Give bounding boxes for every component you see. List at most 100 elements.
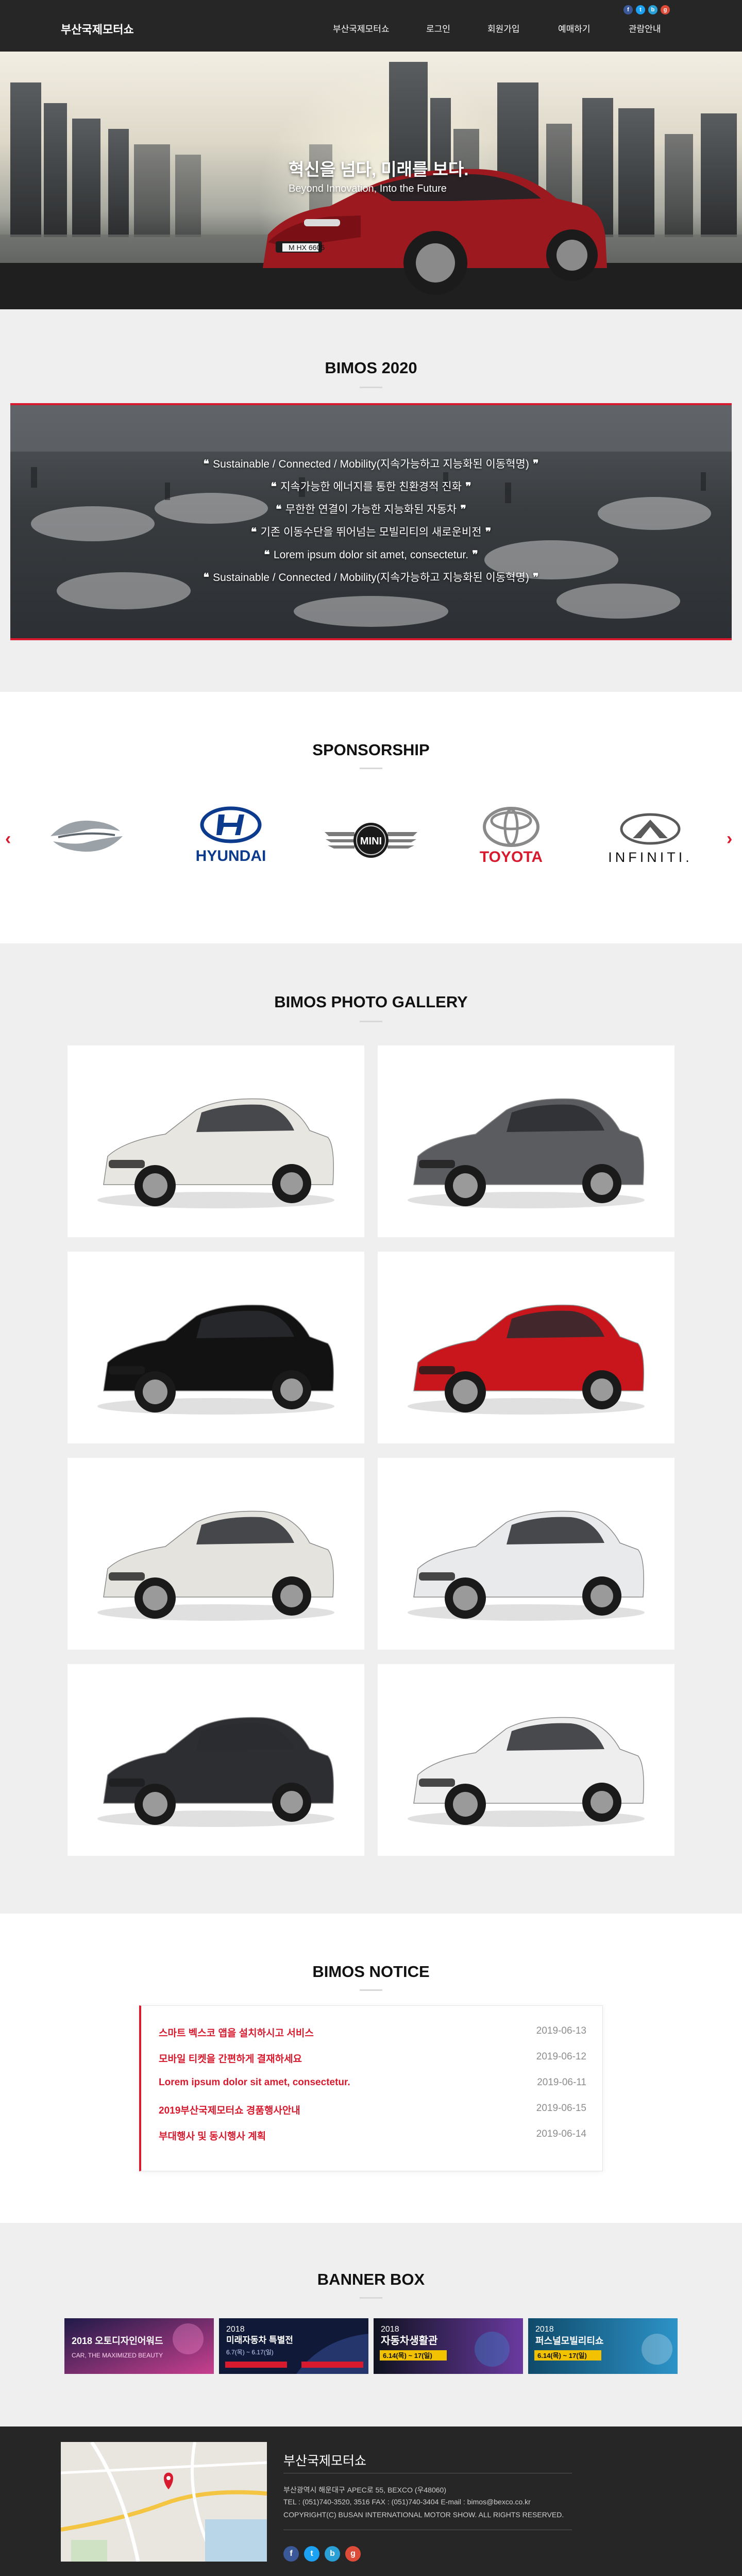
main-nav: 부산국제모터쇼 로그인 회원가입 예매하기 관람안내 [319,22,680,34]
car-photo [408,1717,645,1827]
gallery-title: BIMOS PHOTO GALLERY [274,993,468,1011]
twitter-icon[interactable]: t [304,2546,319,2562]
blog-icon[interactable]: b [648,5,657,14]
location-map[interactable] [61,2442,267,2562]
footer-copyright: COPYRIGHT(C) BUSAN INTERNATIONAL MOTOR S… [283,2511,564,2519]
hyundai-logo-icon: HYUNDAI [196,806,266,865]
chevron-left-icon[interactable]: ‹ [5,829,11,849]
sponsor-hyundai[interactable]: HYUNDAI [179,805,282,867]
chevron-right-icon[interactable]: › [727,829,732,849]
sponsorship-section: SPONSORSHIP ‹ › HYUNDAI MINI TOYOTA INFI… [0,692,742,943]
notice-item-title[interactable]: 스마트 벡스코 앱을 설치하시고 서비스 [159,2025,314,2039]
notice-item-date: 2019-06-11 [537,2077,586,2088]
google-plus-icon[interactable]: g [345,2546,361,2562]
gallery-item[interactable] [378,1252,674,1443]
svg-text:MINI: MINI [360,836,382,847]
sponsor-toyota[interactable]: TOYOTA [460,805,563,867]
nav-signup[interactable]: 회원가입 [487,22,520,35]
car-photo [97,1510,334,1621]
notice-item[interactable]: 모바일 티켓을 간편하게 결재하세요 2019-06-12 [159,2051,586,2067]
notice-item-title[interactable]: Lorem ipsum dolor sit amet, consectetur. [159,2077,350,2088]
hero-title: 혁신을 넘다, 미래를 보다. [289,160,469,179]
photo-gallery-section: BIMOS PHOTO GALLERY [0,943,742,1914]
facebook-icon[interactable]: f [623,5,633,14]
svg-text:CAR, THE MAXIMIZED BEAUTY: CAR, THE MAXIMIZED BEAUTY [72,2352,163,2359]
gallery-item[interactable] [378,1664,674,1856]
bimos-slogan-list: ❝ Sustainable / Connected / Mobility(지속가… [10,453,732,589]
car-photo [97,1304,334,1415]
section-divider [360,1021,382,1022]
sponsor-ssangyong[interactable] [35,805,138,867]
bimos-section: BIMOS 2020 ❝ Sustainable / Connected / M… [0,309,742,692]
banner-title: BANNER BOX [317,2270,425,2288]
mini-logo-icon: MINI [325,823,417,858]
header-social-links: f t b g [623,5,670,14]
notice-item-title[interactable]: 2019부산국제모터쇼 경품행사안내 [159,2103,300,2117]
notice-item[interactable]: 스마트 벡스코 앱을 설치하시고 서비스 2019-06-13 [159,2025,586,2041]
gallery-item[interactable] [68,1045,364,1237]
map-image [61,2442,267,2562]
notice-item-date: 2019-06-12 [536,2051,586,2062]
bimos-exhibition-panel: ❝ Sustainable / Connected / Mobility(지속가… [10,403,732,640]
sponsor-infiniti[interactable]: INFINITI. [599,805,702,867]
nav-motorshow[interactable]: 부산국제모터쇼 [333,22,389,35]
notice-item[interactable]: 부대행사 및 동시행사 계획 2019-06-14 [159,2129,586,2144]
car-photo [408,1510,645,1621]
infiniti-logo-icon: INFINITI. [608,813,689,865]
gallery-item[interactable] [378,1458,674,1650]
svg-text:2018: 2018 [226,2325,245,2334]
notice-item-date: 2019-06-15 [536,2103,586,2114]
blog-icon[interactable]: b [325,2546,340,2562]
nav-visitor-info[interactable]: 관람안내 [629,22,661,35]
gallery-item[interactable] [68,1252,364,1443]
nav-login[interactable]: 로그인 [426,22,450,35]
footer-title: 부산국제모터쇼 [283,2454,367,2468]
facebook-icon[interactable]: f [283,2546,299,2562]
banner-future-car-exhibition[interactable]: 2018 미래자동차 특별전 6.7(목) ~ 6.17(일) [219,2318,368,2374]
svg-text:TOYOTA: TOYOTA [480,849,543,866]
notice-item[interactable]: Lorem ipsum dolor sit amet, consectetur.… [159,2077,586,2092]
site-logo[interactable]: 부산국제모터쇼 [61,21,134,37]
notice-item-date: 2019-06-13 [536,2025,586,2036]
car-photo [97,1098,334,1208]
slogan-line: ❝ 무한한 연결이 가능한 지능화된 자동차 ❞ [276,503,466,516]
footer-contact: TEL : (051)740-3520, 3516 FAX : (051)740… [283,2498,531,2506]
slogan-line: ❝ 기존 이동수단을 뛰어넘는 모빌리티의 새로운비전 ❞ [250,525,492,538]
section-divider [360,2297,382,2299]
notice-title: BIMOS NOTICE [312,1963,430,1981]
slogan-line: ❝ 지속가능한 에너지를 통한 친환경적 진화 ❞ [271,480,471,493]
car-photo [97,1717,334,1827]
google-plus-icon[interactable]: g [661,5,670,14]
notice-item-title[interactable]: 부대행사 및 동시행사 계획 [159,2129,266,2142]
svg-text:자동차생활관: 자동차생활관 [381,2335,438,2347]
bimos-section-title: BIMOS 2020 [325,359,417,377]
gallery-item[interactable] [378,1045,674,1237]
banner-car-life-hall[interactable]: 2018 자동차생활관 6.14(목) ~ 17(일) [374,2318,523,2374]
notice-list: 스마트 벡스코 앱을 설치하시고 서비스 2019-06-13 모바일 티켓을 … [139,2005,603,2171]
car-photo [408,1304,645,1415]
hero-subtitle: Beyond Innovation, Into the Future [289,183,447,194]
section-divider [360,768,382,769]
notice-item[interactable]: 2019부산국제모터쇼 경품행사안내 2019-06-15 [159,2103,586,2118]
banner-personal-mobility-show[interactable]: 2018 퍼스널모빌리티쇼 6.14(목) ~ 17(일) [528,2318,678,2374]
car-photo [408,1098,645,1208]
section-divider [360,387,382,388]
svg-text:퍼스널모빌리티쇼: 퍼스널모빌리티쇼 [535,2336,603,2346]
hero-cityscape-image: M HX 6605 [0,62,742,309]
sponsorship-title: SPONSORSHIP [312,741,430,759]
gallery-item[interactable] [68,1664,364,1856]
sponsor-mini[interactable]: MINI [319,805,423,867]
slogan-line: ❝ Lorem ipsum dolor sit amet, consectetu… [264,548,478,561]
nav-tickets[interactable]: 예매하기 [558,22,591,35]
license-plate: M HX 6605 [289,243,325,252]
svg-text:2018: 2018 [535,2325,554,2334]
banner-section: BANNER BOX 2018 오토디자인어워드 CAR, THE MAXIMI… [0,2223,742,2427]
site-header: 부산국제모터쇼 f t b g 부산국제모터쇼 로그인 회원가입 예매하기 관람… [0,0,742,52]
twitter-icon[interactable]: t [636,5,645,14]
slogan-line: ❝ Sustainable / Connected / Mobility(지속가… [203,571,539,584]
notice-item-title[interactable]: 모바일 티켓을 간편하게 결재하세요 [159,2051,302,2065]
slogan-line: ❝ Sustainable / Connected / Mobility(지속가… [203,457,539,470]
gallery-item[interactable] [68,1458,364,1650]
ssangyong-logo-icon [50,820,123,852]
banner-auto-design-award[interactable]: 2018 오토디자인어워드 CAR, THE MAXIMIZED BEAUTY [64,2318,214,2374]
